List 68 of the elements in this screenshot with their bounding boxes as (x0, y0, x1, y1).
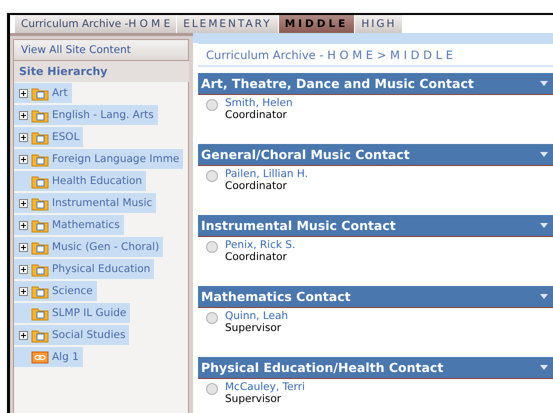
tree-item[interactable]: Health Education (14, 171, 146, 191)
expand-icon[interactable] (19, 110, 28, 120)
dropdown-icon[interactable] (540, 152, 548, 157)
nav-tab[interactable]: HIGH (355, 15, 404, 33)
section-title: Physical Education/Health Contact (201, 360, 444, 375)
section-title: General/Choral Music Contact (201, 147, 410, 162)
nav-tab[interactable]: ELEMENTARY (177, 15, 279, 33)
expand-icon[interactable] (19, 330, 28, 340)
dropdown-icon[interactable] (540, 81, 548, 86)
expand-icon[interactable] (19, 242, 28, 252)
folder-icon (31, 262, 49, 276)
folder-icon (31, 284, 49, 298)
sidebar-heading: Site Hierarchy (13, 61, 189, 82)
nav-tab[interactable]: MIDDLE (278, 15, 356, 33)
section-title: Mathematics Contact (201, 289, 351, 304)
folder-icon (31, 86, 49, 100)
folder-icon (31, 328, 49, 342)
expand-icon[interactable] (19, 220, 28, 230)
contact-role: Coordinator (225, 251, 288, 263)
contact-name-link[interactable]: Pailen, Lillian H. (225, 168, 308, 180)
link-icon (31, 350, 49, 364)
breadcrumb-bar: Curriculum Archive - H O M E > M I D D L E (198, 43, 553, 67)
presence-icon (206, 170, 218, 182)
nav-tab[interactable]: Curriculum Archive -H O M E (15, 15, 178, 33)
expand-icon[interactable] (19, 132, 28, 142)
expand-icon[interactable] (19, 198, 28, 208)
contact-role: Supervisor (225, 393, 282, 405)
section-title: Art, Theatre, Dance and Music Contact (201, 76, 474, 91)
folder-icon (31, 108, 49, 122)
tree-item[interactable]: ESOL (14, 127, 84, 147)
tree-item[interactable]: Music (Gen - Choral) (14, 237, 164, 257)
presence-icon (206, 241, 218, 253)
expand-icon[interactable] (19, 286, 28, 296)
tree-item[interactable]: Art (14, 83, 72, 103)
tree-item[interactable]: Science (14, 281, 97, 301)
dropdown-icon[interactable] (540, 294, 548, 299)
contact-role: Coordinator (225, 180, 288, 192)
contact-name-link[interactable]: Smith, Helen (225, 97, 293, 109)
folder-icon (31, 174, 49, 188)
tree-item[interactable]: Foreign Language Imme (14, 149, 184, 169)
tree-item[interactable]: Instrumental Music (14, 193, 156, 213)
tree-item[interactable]: Alg 1 (14, 347, 83, 367)
folder-icon (31, 152, 49, 166)
tree-item[interactable]: English - Lang. Arts (14, 105, 158, 125)
contact-name-link[interactable]: McCauley, Terri (225, 381, 305, 393)
contact-role: Coordinator (225, 109, 288, 121)
contact-name-link[interactable]: Quinn, Leah (225, 310, 288, 322)
expand-icon[interactable] (19, 88, 28, 98)
folder-icon (31, 240, 49, 254)
folder-icon (31, 130, 49, 144)
presence-icon (206, 312, 218, 324)
folder-icon (31, 196, 49, 210)
contact-name-link[interactable]: Penix, Rick S. (225, 239, 296, 251)
tree-item[interactable]: SLMP IL Guide (14, 303, 130, 323)
folder-icon (31, 306, 49, 320)
tree-item[interactable]: Social Studies (14, 325, 130, 345)
presence-icon (206, 99, 218, 111)
dropdown-icon[interactable] (540, 223, 548, 228)
contact-role: Supervisor (225, 322, 282, 334)
tree-item[interactable]: Physical Education (14, 259, 154, 279)
expand-icon[interactable] (19, 154, 28, 164)
dropdown-icon[interactable] (540, 365, 548, 370)
tree-item[interactable]: Mathematics (14, 215, 124, 235)
folder-icon (31, 218, 49, 232)
expand-icon[interactable] (19, 264, 28, 274)
view-all-link[interactable]: View All Site Content (13, 39, 189, 61)
section-title: Instrumental Music Contact (201, 218, 396, 233)
presence-icon (206, 383, 218, 395)
